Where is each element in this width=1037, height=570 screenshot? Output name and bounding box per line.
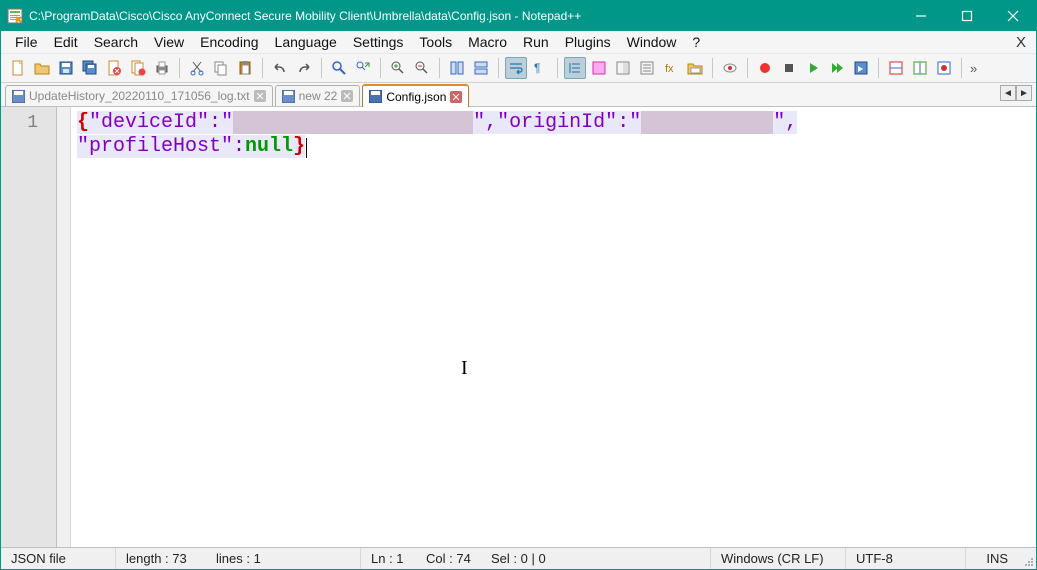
menu-macro[interactable]: Macro bbox=[460, 32, 515, 52]
indent-guide-icon[interactable] bbox=[564, 57, 586, 79]
menu-settings[interactable]: Settings bbox=[345, 32, 412, 52]
code-content[interactable]: {"deviceId":" ","originId":" ", "profile… bbox=[71, 107, 1036, 547]
tabbar: UpdateHistory_20220110_171056_log.txt ne… bbox=[1, 83, 1036, 107]
tab-label: Config.json bbox=[386, 90, 446, 104]
titlebar: C:\ProgramData\Cisco\Cisco AnyConnect Se… bbox=[1, 1, 1036, 31]
disk-icon bbox=[369, 90, 382, 103]
doc-list-icon[interactable] bbox=[636, 57, 658, 79]
save-macro-icon[interactable] bbox=[850, 57, 872, 79]
close-all-icon[interactable] bbox=[127, 57, 149, 79]
line-number: 1 bbox=[1, 111, 56, 135]
folder-workspace-icon[interactable] bbox=[684, 57, 706, 79]
tab-label: new 22 bbox=[299, 89, 338, 103]
svg-text:¶: ¶ bbox=[534, 61, 540, 75]
resize-grip-icon[interactable] bbox=[1018, 548, 1036, 569]
paste-icon[interactable] bbox=[234, 57, 256, 79]
editor[interactable]: 1 {"deviceId":" ","originId":" ", "profi… bbox=[1, 107, 1036, 547]
doc-map-icon[interactable] bbox=[612, 57, 634, 79]
app-icon bbox=[7, 8, 23, 24]
status-eol: Windows (CR LF) bbox=[711, 548, 846, 569]
user-lang-icon[interactable] bbox=[588, 57, 610, 79]
menu-help[interactable]: ? bbox=[684, 32, 708, 52]
status-mode: INS bbox=[966, 548, 1018, 569]
tab-config-json[interactable]: Config.json bbox=[362, 84, 469, 107]
compare-1-icon[interactable] bbox=[885, 57, 907, 79]
tab-scroll-right-icon[interactable]: ► bbox=[1016, 85, 1032, 101]
tab-label: UpdateHistory_20220110_171056_log.txt bbox=[29, 89, 250, 103]
text-caret bbox=[306, 138, 307, 158]
minimize-button[interactable] bbox=[898, 1, 944, 31]
tab-scroll-left-icon[interactable]: ◄ bbox=[1000, 85, 1016, 101]
zoom-out-icon[interactable] bbox=[411, 57, 433, 79]
menu-view[interactable]: View bbox=[146, 32, 192, 52]
copy-icon[interactable] bbox=[210, 57, 232, 79]
save-icon[interactable] bbox=[55, 57, 77, 79]
tab-close-icon[interactable] bbox=[254, 90, 266, 102]
open-file-icon[interactable] bbox=[31, 57, 53, 79]
find-icon[interactable] bbox=[328, 57, 350, 79]
cut-icon[interactable] bbox=[186, 57, 208, 79]
new-file-icon[interactable] bbox=[7, 57, 29, 79]
status-length: length : 73 bbox=[116, 548, 206, 569]
print-icon[interactable] bbox=[151, 57, 173, 79]
svg-text:fx: fx bbox=[665, 63, 674, 75]
toolbar: ¶ fx » bbox=[1, 53, 1036, 83]
menu-window[interactable]: Window bbox=[619, 32, 685, 52]
window-title: C:\ProgramData\Cisco\Cisco AnyConnect Se… bbox=[29, 9, 898, 23]
menu-language[interactable]: Language bbox=[267, 32, 345, 52]
menu-close-doc[interactable]: X bbox=[1012, 34, 1030, 51]
disk-icon bbox=[12, 90, 25, 103]
sync-h-icon[interactable] bbox=[470, 57, 492, 79]
monitor-icon[interactable] bbox=[719, 57, 741, 79]
redo-icon[interactable] bbox=[293, 57, 315, 79]
record-macro-icon[interactable] bbox=[754, 57, 776, 79]
tab-close-icon[interactable] bbox=[341, 90, 353, 102]
maximize-button[interactable] bbox=[944, 1, 990, 31]
status-col: Col : 74 bbox=[416, 548, 481, 569]
menu-search[interactable]: Search bbox=[86, 32, 146, 52]
status-sel: Sel : 0 | 0 bbox=[481, 548, 711, 569]
tab-new-22[interactable]: new 22 bbox=[275, 85, 361, 106]
compare-2-icon[interactable] bbox=[909, 57, 931, 79]
show-all-chars-icon[interactable]: ¶ bbox=[529, 57, 551, 79]
text-cursor-icon: I bbox=[461, 357, 468, 380]
disk-icon bbox=[282, 90, 295, 103]
menu-run[interactable]: Run bbox=[515, 32, 557, 52]
status-filetype: JSON file bbox=[1, 548, 116, 569]
fold-strip bbox=[57, 107, 71, 547]
menu-encoding[interactable]: Encoding bbox=[192, 32, 266, 52]
status-encoding: UTF-8 bbox=[846, 548, 966, 569]
menu-plugins[interactable]: Plugins bbox=[557, 32, 619, 52]
status-lines: lines : 1 bbox=[206, 548, 361, 569]
tab-close-icon[interactable] bbox=[450, 91, 462, 103]
compare-3-icon[interactable] bbox=[933, 57, 955, 79]
zoom-in-icon[interactable] bbox=[387, 57, 409, 79]
line-number-gutter: 1 bbox=[1, 107, 57, 547]
stop-macro-icon[interactable] bbox=[778, 57, 800, 79]
menu-file[interactable]: File bbox=[7, 32, 46, 52]
menu-edit[interactable]: Edit bbox=[46, 32, 86, 52]
func-list-icon[interactable]: fx bbox=[660, 57, 682, 79]
menu-tools[interactable]: Tools bbox=[411, 32, 460, 52]
menubar: File Edit Search View Encoding Language … bbox=[1, 31, 1036, 53]
statusbar: JSON file length : 73 lines : 1 Ln : 1 C… bbox=[1, 547, 1036, 569]
sync-v-icon[interactable] bbox=[446, 57, 468, 79]
wordwrap-icon[interactable] bbox=[505, 57, 527, 79]
replace-icon[interactable] bbox=[352, 57, 374, 79]
play-multi-icon[interactable] bbox=[826, 57, 848, 79]
toolbar-overflow-icon[interactable]: » bbox=[968, 61, 979, 76]
play-macro-icon[interactable] bbox=[802, 57, 824, 79]
undo-icon[interactable] bbox=[269, 57, 291, 79]
save-all-icon[interactable] bbox=[79, 57, 101, 79]
tab-scroll: ◄ ► bbox=[1000, 85, 1032, 101]
window-buttons bbox=[898, 1, 1036, 31]
close-file-icon[interactable] bbox=[103, 57, 125, 79]
status-ln: Ln : 1 bbox=[361, 548, 416, 569]
tab-update-history[interactable]: UpdateHistory_20220110_171056_log.txt bbox=[5, 85, 273, 106]
close-button[interactable] bbox=[990, 1, 1036, 31]
